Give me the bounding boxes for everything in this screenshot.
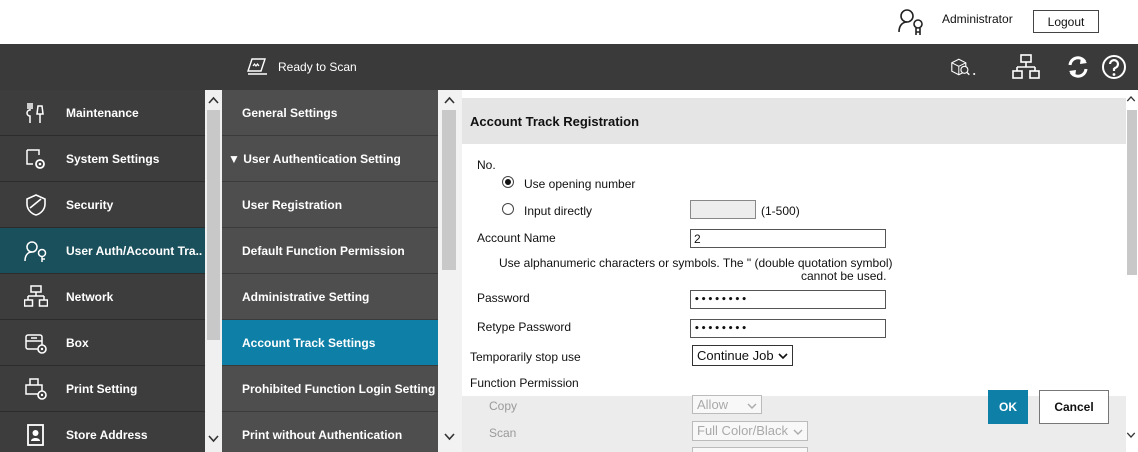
stop-use-value: Continue Job [697,348,774,363]
chevron-down-icon [793,429,803,435]
user-name: Administrator [942,12,1013,26]
menu-label: System Settings [66,152,160,166]
password-input[interactable] [690,290,886,309]
menu-label: Store Address [66,428,148,442]
next-permission-select[interactable] [692,447,808,452]
scan-status: Ready to Scan [278,60,357,74]
menu-item-box[interactable]: Box [0,320,205,366]
shield-icon [26,194,46,216]
opening-number-radio[interactable] [502,176,514,188]
scroll-up-icon[interactable] [441,92,458,109]
menu-item-network[interactable]: Network [0,274,205,320]
scroll-down-icon[interactable] [205,430,222,447]
hint-line-2: cannot be used. [801,269,887,283]
menu-item-system-settings[interactable]: System Settings [0,136,205,182]
opening-number-label: Use opening number [524,177,636,191]
scrollbar-thumb[interactable] [442,110,456,270]
user-bar: Administrator Logout [0,0,1138,44]
account-name-label: Account Name [477,231,556,245]
submenu-administrative-setting[interactable]: Administrative Setting [222,274,438,320]
menu-label: Box [66,336,89,350]
account-name-input[interactable] [690,229,886,248]
chevron-down-icon [747,403,757,409]
toolbar: Ready to Scan [0,44,1138,90]
address-book-icon [27,424,44,446]
copy-permission-value: Allow [697,397,729,412]
scrollbar-thumb[interactable] [207,110,220,340]
function-permission-label: Function Permission [470,376,579,390]
help-icon[interactable] [1100,53,1128,81]
box-check-icon[interactable] [949,53,977,81]
submenu-prohibited-function-login-setting[interactable]: Prohibited Function Login Setting [222,366,438,412]
retype-password-input[interactable] [690,319,886,338]
submenu-label: Prohibited Function Login Setting [242,382,436,396]
input-directly-radio[interactable] [502,203,514,215]
menu-item-store-address[interactable]: Store Address [0,412,205,452]
submenu-general-settings[interactable]: General Settings [222,90,438,136]
box-icon [25,334,47,354]
tools-icon [26,103,44,123]
copy-permission-select[interactable]: Allow [692,395,762,414]
scroll-down-icon[interactable] [1124,428,1138,442]
main-menu: Maintenance System Settings Security Use… [0,90,222,452]
no-label: No. [477,158,496,172]
ok-button[interactable]: OK [988,390,1028,424]
input-directly-label: Input directly [524,204,593,218]
scan-permission-value: Full Color/Black [697,423,789,438]
menu-scrollbar[interactable] [205,90,222,452]
stop-use-select[interactable]: Continue Job [692,345,793,366]
submenu-label: General Settings [242,106,338,120]
menu-label: User Auth/Account Tra.. [66,244,203,258]
menu-label: Security [66,198,114,212]
content-scrollbar[interactable] [1126,90,1138,452]
number-range: (1-500) [761,204,800,218]
submenu-user-registration[interactable]: User Registration [222,182,438,228]
scanner-icon [247,58,267,75]
submenu-label: User Registration [242,198,343,212]
submenu-label: Account Track Settings [242,336,376,350]
cancel-button[interactable]: Cancel [1039,390,1109,424]
retype-password-label: Retype Password [477,320,572,334]
submenu-user-authentication-setting[interactable]: ▼ User Authentication Setting [222,136,438,182]
scrollbar-thumb[interactable] [1127,110,1137,275]
content-header: Account Track Registration [462,98,1126,144]
menu-item-maintenance[interactable]: Maintenance [0,90,205,136]
system-gear-icon [26,149,45,169]
user-key-icon [24,241,47,262]
printer-gear-icon [25,378,47,400]
page-title: Account Track Registration [470,114,640,129]
submenu-default-function-permission[interactable]: Default Function Permission [222,228,438,274]
password-label: Password [477,291,530,305]
scroll-down-icon[interactable] [441,428,458,445]
user-key-icon [898,9,923,35]
submenu-scrollbar[interactable] [438,90,462,452]
hint-line-1: Use alphanumeric characters or symbols. … [499,256,893,270]
menu-label: Maintenance [66,106,139,120]
refresh-icon[interactable] [1064,53,1092,81]
number-input[interactable] [690,200,756,219]
network-icon [24,285,48,307]
scroll-up-icon[interactable] [205,92,222,109]
chevron-down-icon [778,353,788,360]
submenu-label: Administrative Setting [242,290,370,304]
content-panel: Account Track Registration No. Use openi… [462,90,1138,452]
sub-menu: General Settings ▼ User Authentication S… [222,90,462,452]
submenu-label: ▼ User Authentication Setting [228,152,401,166]
menu-label: Print Setting [66,382,138,396]
menu-item-print-setting[interactable]: Print Setting [0,366,205,412]
permission-copy-label: Copy [489,399,518,413]
logout-button[interactable]: Logout [1033,10,1099,33]
network-icon[interactable] [1012,53,1040,81]
menu-item-user-auth[interactable]: User Auth/Account Tra.. [0,228,205,274]
scan-permission-select[interactable]: Full Color/Black [692,421,808,441]
submenu-print-without-authentication[interactable]: Print without Authentication [222,412,438,452]
permission-scan-label: Scan [489,426,517,440]
submenu-label: Default Function Permission [242,244,405,258]
scroll-up-icon[interactable] [1124,92,1138,106]
stop-use-label: Temporarily stop use [470,350,581,364]
submenu-label: Print without Authentication [242,428,403,442]
menu-label: Network [66,290,114,304]
menu-item-security[interactable]: Security [0,182,205,228]
submenu-account-track-settings[interactable]: Account Track Settings [222,320,438,366]
